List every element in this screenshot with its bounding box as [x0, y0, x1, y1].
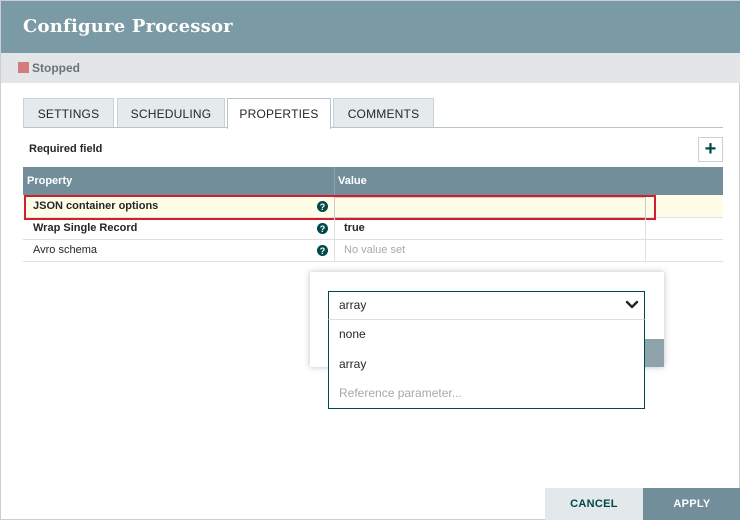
tab-scheduling[interactable]: SCHEDULING — [117, 98, 225, 128]
property-name: Avro schema — [33, 244, 97, 256]
column-divider — [334, 167, 335, 195]
properties-table-header — [23, 167, 723, 195]
property-name: Wrap Single Record — [33, 222, 138, 234]
question-icon[interactable]: ? — [317, 201, 328, 212]
tab-properties[interactable]: PROPERTIES — [227, 98, 331, 129]
configure-processor-dialog: Configure Processor Stopped SETTINGS SCH… — [0, 0, 740, 520]
column-header-property: Property — [27, 175, 73, 187]
property-value-field[interactable] — [334, 197, 646, 218]
property-name: JSON container options — [33, 200, 159, 212]
cell-divider — [645, 218, 646, 240]
dialog-header: Configure Processor — [1, 1, 740, 53]
value-select[interactable] — [328, 291, 645, 320]
option-none[interactable]: none — [339, 327, 366, 341]
chevron-down-icon[interactable] — [625, 299, 639, 311]
dialog-title: Configure Processor — [23, 16, 233, 37]
cell-divider — [334, 218, 335, 240]
question-icon[interactable]: ? — [317, 245, 328, 256]
plus-icon: + — [704, 137, 717, 160]
add-property-button[interactable]: + — [698, 137, 723, 162]
question-icon[interactable]: ? — [317, 223, 328, 234]
stopped-status-icon — [18, 62, 29, 73]
property-value[interactable]: true — [344, 222, 365, 234]
column-header-value: Value — [338, 175, 367, 187]
cancel-button[interactable]: CANCEL — [545, 488, 643, 520]
tab-settings[interactable]: SETTINGS — [23, 98, 114, 128]
apply-button[interactable]: APPLY — [643, 488, 740, 520]
status-bar — [1, 53, 740, 83]
cell-divider — [645, 240, 646, 262]
tab-comments[interactable]: COMMENTS — [333, 98, 434, 128]
select-current-value: array — [339, 298, 367, 312]
option-reference-parameter[interactable]: Reference parameter... — [339, 386, 462, 400]
property-value[interactable]: No value set — [344, 244, 405, 256]
cell-divider — [334, 240, 335, 262]
status-text: Stopped — [32, 61, 80, 75]
tab-divider — [23, 127, 723, 128]
required-field-label: Required field — [29, 143, 103, 155]
option-array[interactable]: array — [339, 357, 366, 371]
